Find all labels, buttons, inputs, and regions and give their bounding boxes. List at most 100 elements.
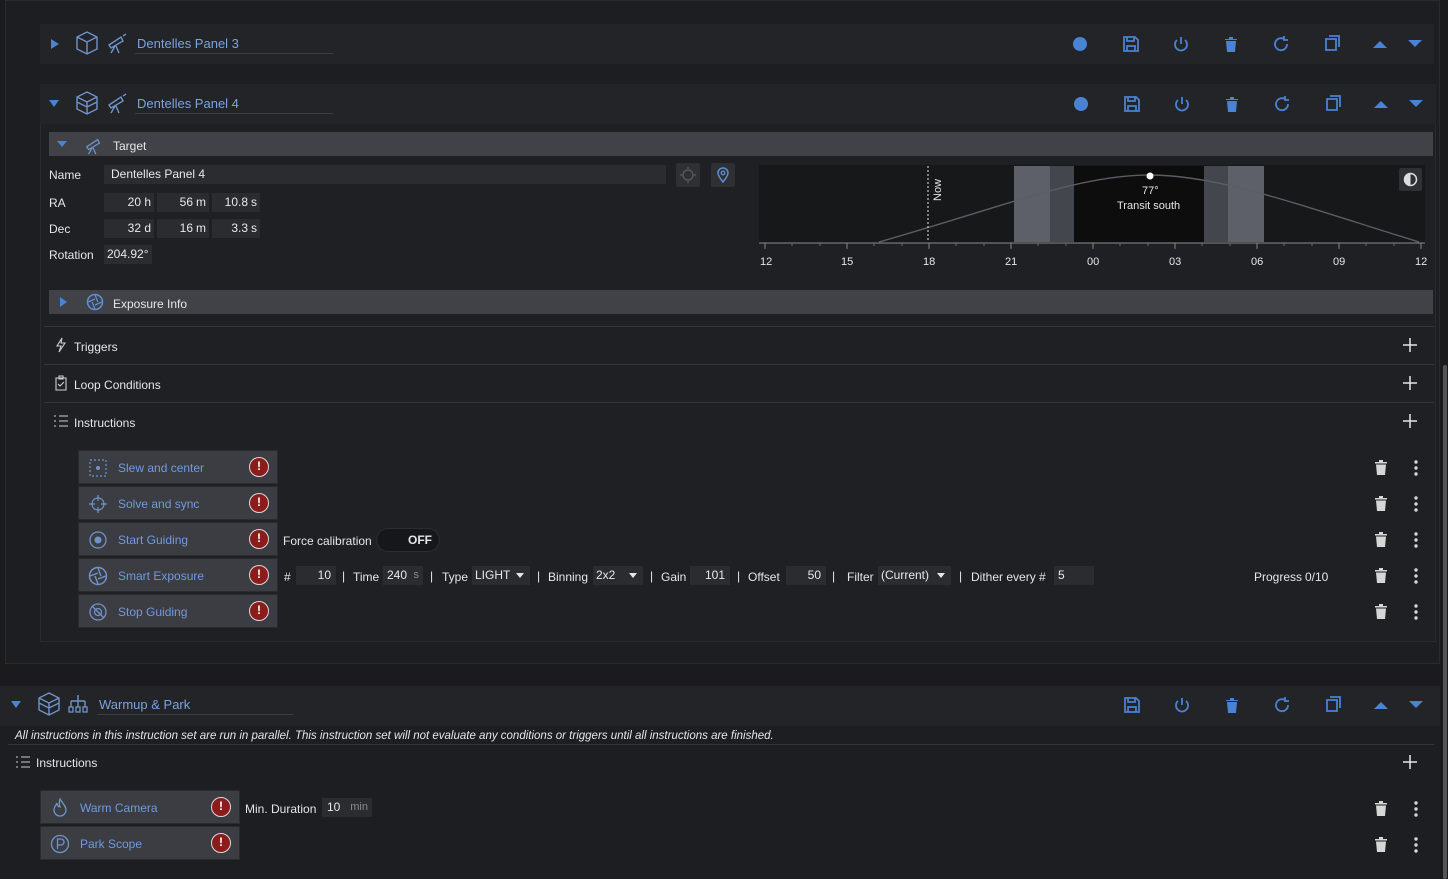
power-icon[interactable]: [1173, 696, 1191, 714]
more-options-icon[interactable]: [1412, 531, 1420, 549]
ra-seconds-unit: s: [251, 195, 257, 209]
add-trigger-icon[interactable]: [1402, 337, 1418, 353]
dec-minutes-input[interactable]: 16 m: [157, 219, 209, 238]
ra-minutes-value: 56: [179, 195, 193, 209]
save-icon[interactable]: [1123, 696, 1141, 714]
telescope-icon: [108, 93, 127, 114]
add-instruction-icon[interactable]: [1402, 413, 1418, 429]
instruction-solve-and-sync[interactable]: Solve and sync !: [78, 486, 278, 520]
separator: |: [430, 569, 434, 583]
ra-seconds-input[interactable]: 10.8 s: [212, 193, 260, 212]
instruction-smart-exposure[interactable]: Smart Exposure !: [78, 558, 278, 592]
sky-search-button[interactable]: [676, 163, 700, 187]
panel4-name-input[interactable]: Dentelles Panel 4: [135, 96, 333, 114]
tick-label: 03: [1169, 256, 1182, 268]
power-icon[interactable]: [1172, 35, 1190, 53]
count-value: 10: [317, 568, 331, 582]
target-section-header[interactable]: [49, 132, 1433, 156]
instruction-slew-and-center[interactable]: Slew and center !: [78, 450, 278, 484]
add-instruction-icon[interactable]: [1402, 754, 1418, 770]
more-options-icon[interactable]: [1412, 459, 1420, 477]
add-condition-icon[interactable]: [1402, 375, 1418, 391]
ra-minutes-input[interactable]: 56 m: [157, 193, 209, 212]
min-duration-unit: min: [350, 801, 368, 813]
location-button[interactable]: [711, 163, 735, 187]
dec-degrees-input[interactable]: 32 d: [104, 219, 154, 238]
rotation-input[interactable]: 204.92°: [104, 245, 152, 264]
instruction-start-guiding[interactable]: Start Guiding !: [78, 522, 278, 556]
parallel-note: All instructions in this instruction set…: [15, 730, 774, 742]
trash-icon[interactable]: [1374, 495, 1388, 512]
move-down-icon[interactable]: [1408, 700, 1424, 710]
trash-icon[interactable]: [1374, 800, 1388, 817]
reset-icon[interactable]: [1273, 95, 1291, 113]
trash-icon[interactable]: [1224, 696, 1240, 714]
count-input[interactable]: 10: [296, 566, 336, 585]
collapse-arrow-icon[interactable]: [10, 700, 22, 710]
panel3-name-input[interactable]: Dentelles Panel 3: [135, 36, 333, 54]
more-options-icon[interactable]: [1412, 567, 1420, 585]
min-duration-input[interactable]: 10 min: [322, 798, 372, 817]
gain-input[interactable]: 101: [690, 566, 730, 585]
scrollbar-thumb[interactable]: [1443, 365, 1447, 879]
target-name-input[interactable]: Dentelles Panel 4: [104, 165, 666, 184]
duplicate-icon[interactable]: [1322, 35, 1340, 53]
target-section-label: Target: [113, 139, 147, 153]
collapse-arrow-icon[interactable]: [48, 99, 60, 109]
instructions-section: [44, 402, 1434, 440]
tick-label: 12: [760, 256, 773, 268]
warning-icon: !: [249, 529, 269, 549]
save-icon[interactable]: [1123, 95, 1141, 113]
instruction-warm-camera[interactable]: Warm Camera !: [40, 790, 240, 824]
progress-label: Progress: [1254, 570, 1303, 584]
warning-icon: !: [211, 797, 231, 817]
move-down-icon[interactable]: [1407, 39, 1423, 49]
moon-phase-button[interactable]: [1399, 168, 1422, 191]
type-select[interactable]: LIGHT: [472, 566, 530, 585]
dither-input[interactable]: 5: [1054, 566, 1094, 585]
power-icon[interactable]: [1173, 95, 1191, 113]
collapse-arrow-icon[interactable]: [56, 140, 68, 149]
move-up-icon[interactable]: [1373, 99, 1389, 109]
trash-icon[interactable]: [1224, 95, 1240, 113]
move-up-icon[interactable]: [1372, 39, 1388, 49]
trash-icon[interactable]: [1374, 603, 1388, 620]
more-options-icon[interactable]: [1412, 603, 1420, 621]
expand-arrow-icon[interactable]: [59, 296, 68, 308]
civil-twilight-morning: [1228, 166, 1264, 242]
warning-icon: !: [249, 601, 269, 621]
reset-icon[interactable]: [1272, 35, 1290, 53]
status-dot-icon: [1074, 97, 1088, 111]
reset-icon[interactable]: [1273, 696, 1291, 714]
warmup-name-input[interactable]: Warmup & Park: [97, 697, 293, 715]
instruction-park-scope[interactable]: Park Scope !: [40, 826, 240, 860]
tick-label: 18: [923, 256, 936, 268]
duplicate-icon[interactable]: [1323, 95, 1341, 113]
duplicate-icon[interactable]: [1323, 696, 1341, 714]
time-input[interactable]: 240 s: [383, 566, 423, 585]
trash-icon[interactable]: [1223, 35, 1239, 53]
trash-icon[interactable]: [1374, 531, 1388, 548]
more-options-icon[interactable]: [1412, 800, 1420, 818]
ra-hours-input[interactable]: 20 h: [104, 193, 154, 212]
save-icon[interactable]: [1122, 35, 1140, 53]
binning-select[interactable]: 2x2: [593, 566, 643, 585]
altitude-chart: Now 77° Transit south 12 15 18 21 00 03 …: [759, 165, 1427, 271]
more-options-icon[interactable]: [1412, 495, 1420, 513]
trash-icon[interactable]: [1374, 459, 1388, 476]
expand-arrow-icon[interactable]: [50, 38, 60, 50]
guide-start-icon: [89, 531, 107, 549]
move-down-icon[interactable]: [1408, 99, 1424, 109]
trash-icon[interactable]: [1374, 567, 1388, 584]
offset-input[interactable]: 50: [786, 566, 826, 585]
more-options-icon[interactable]: [1412, 836, 1420, 854]
ra-minutes-unit: m: [196, 195, 206, 209]
dec-seconds-input[interactable]: 3.3 s: [212, 219, 260, 238]
trash-icon[interactable]: [1374, 836, 1388, 853]
force-calibration-toggle[interactable]: OFF: [376, 528, 440, 552]
exposure-info-header[interactable]: [49, 290, 1433, 314]
filter-select[interactable]: (Current): [878, 566, 951, 585]
loop-conditions-section: [44, 364, 1434, 402]
instruction-stop-guiding[interactable]: Stop Guiding !: [78, 594, 278, 628]
move-up-icon[interactable]: [1373, 700, 1389, 710]
